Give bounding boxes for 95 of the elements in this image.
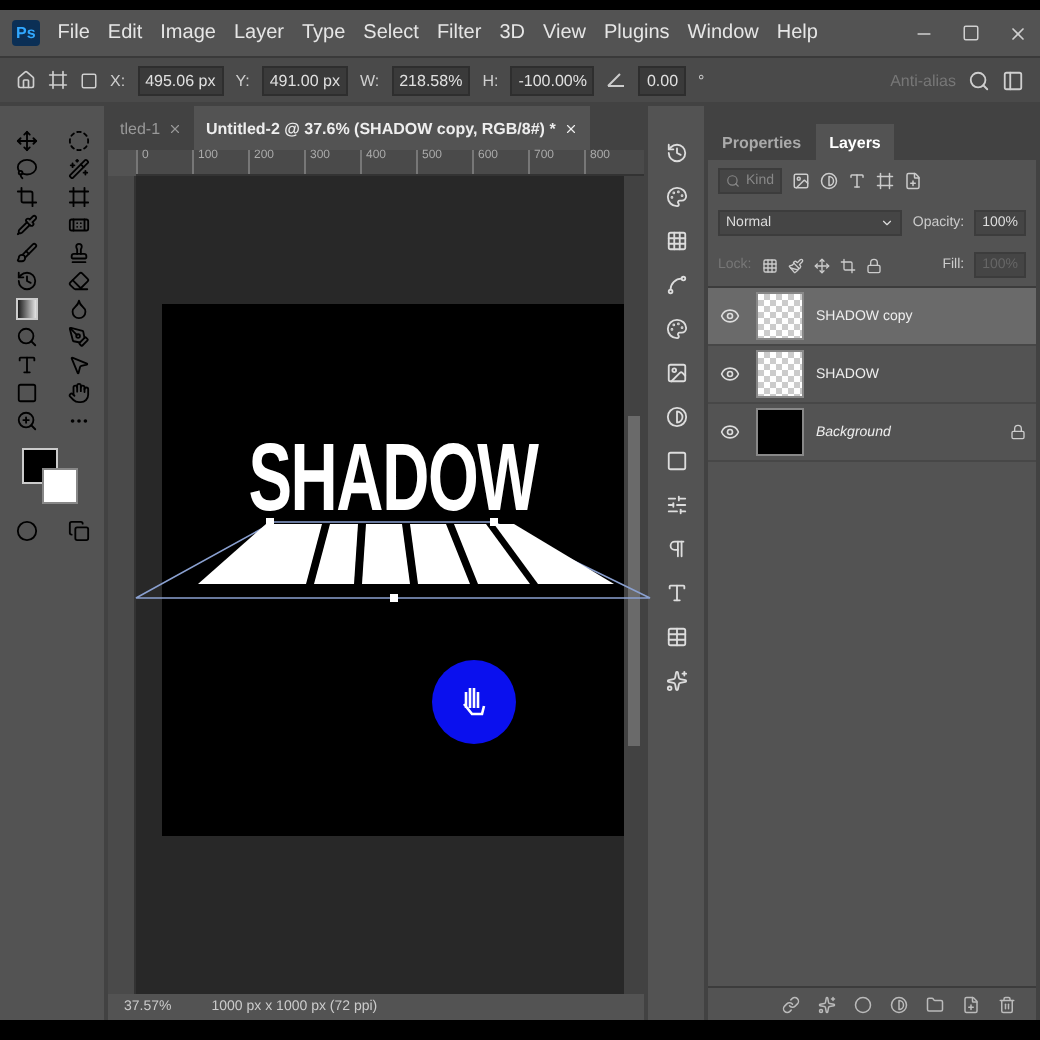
move-tool-icon[interactable] (15, 130, 37, 152)
menu-item[interactable]: File (57, 22, 90, 44)
swatches-icon[interactable] (665, 230, 687, 252)
menu-item[interactable]: View (542, 22, 586, 44)
workspace-icon[interactable] (1002, 69, 1024, 91)
smart-filter-icon[interactable] (904, 172, 923, 190)
type-tool-icon[interactable] (15, 354, 37, 376)
layer-thumbnail (756, 408, 804, 456)
panel-tab[interactable]: Layers (815, 124, 895, 160)
screen-mode-icon[interactable] (67, 520, 89, 542)
new-layer-icon[interactable] (962, 995, 980, 1013)
menu-item[interactable]: 3D (499, 22, 525, 44)
canvas-text: SHADOW (247, 424, 541, 534)
droplet-tool-icon[interactable] (67, 298, 89, 320)
degree-sign: ° (698, 71, 705, 89)
wand-tool-icon[interactable] (67, 158, 89, 180)
pen-tool-icon[interactable] (67, 326, 89, 348)
hand-tool-icon[interactable] (67, 382, 89, 404)
history-icon[interactable] (665, 142, 687, 164)
close-icon[interactable] (168, 121, 183, 135)
layer-thumbnail (756, 350, 804, 398)
menu-item[interactable]: Image (160, 22, 216, 44)
crop-tool-icon[interactable] (15, 186, 37, 208)
lasso-tool-icon[interactable] (15, 158, 37, 180)
menu-item[interactable]: Edit (107, 22, 143, 44)
frame-tool-icon[interactable] (67, 186, 89, 208)
lock-paint-icon[interactable] (787, 257, 804, 273)
search-icon[interactable] (968, 69, 990, 91)
image-icon[interactable] (665, 362, 687, 384)
value-field[interactable]: 491.00 px (261, 65, 348, 95)
value-field[interactable]: 218.58% (391, 65, 471, 95)
app-logo[interactable]: Ps (12, 20, 40, 46)
document-tab[interactable]: Untitled-2 @ 37.6% (SHADOW copy, RGB/8#) * (194, 106, 590, 150)
styles-icon[interactable] (665, 670, 687, 692)
shape-filter-icon[interactable] (876, 172, 895, 190)
zoom-tool-icon[interactable] (15, 410, 37, 432)
value-field[interactable]: 0.00 (638, 65, 687, 95)
visibility-icon[interactable] (720, 364, 740, 384)
color-icon[interactable] (665, 186, 687, 208)
pixel-filter-icon[interactable] (792, 172, 811, 190)
lock-artboard-icon[interactable] (839, 257, 856, 273)
adjustments-icon[interactable] (665, 406, 687, 428)
bandage-tool-icon[interactable] (67, 214, 89, 236)
rectangle-tool-icon[interactable] (15, 382, 37, 404)
reference-point-icon[interactable] (80, 71, 98, 89)
maximize-icon[interactable] (962, 23, 980, 41)
scrollbar-thumb[interactable] (628, 416, 641, 746)
palette-icon[interactable] (665, 318, 687, 340)
marquee-tool-icon[interactable] (67, 130, 89, 152)
home-icon[interactable] (16, 70, 36, 90)
visibility-icon[interactable] (720, 306, 740, 326)
field-label: X: (110, 71, 126, 89)
layer-thumbnail (756, 292, 804, 340)
character-icon[interactable] (665, 582, 687, 604)
search-icon (726, 174, 740, 188)
transform-icon[interactable] (48, 70, 68, 90)
field-label: H: (482, 71, 499, 89)
lock-position-icon[interactable] (813, 257, 830, 273)
lock-pixels-icon[interactable] (761, 257, 778, 273)
eraser-tool-icon[interactable] (67, 270, 89, 292)
close-icon[interactable] (1008, 23, 1028, 43)
visibility-icon[interactable] (720, 422, 740, 442)
field-label: Y: (235, 71, 250, 89)
lock-all-icon[interactable] (865, 257, 882, 273)
menu-item[interactable]: Help (776, 22, 818, 44)
cursor-highlight (432, 660, 517, 744)
menu-item[interactable]: Layer (233, 22, 284, 44)
table-icon[interactable] (665, 626, 687, 648)
pointer-tool-icon[interactable] (67, 354, 89, 376)
paths-icon[interactable] (665, 274, 687, 296)
field-label: W: (359, 71, 380, 89)
menu-item[interactable]: Select (363, 22, 419, 44)
menu-item[interactable]: Type (301, 22, 346, 44)
type-filter-icon[interactable] (848, 172, 867, 190)
adjustment-filter-icon[interactable] (820, 172, 839, 190)
value-field[interactable]: 495.06 px (137, 65, 224, 95)
link-icon[interactable] (782, 995, 800, 1013)
value-field[interactable]: -100.00% (510, 65, 595, 95)
menu-item[interactable]: Window (687, 22, 759, 44)
effects-icon[interactable] (818, 995, 836, 1013)
menu-item[interactable]: Filter (436, 22, 482, 44)
angle-icon (606, 72, 627, 88)
gradient-tool-icon[interactable] (15, 298, 37, 320)
trash-icon[interactable] (998, 995, 1016, 1013)
folder-icon[interactable] (926, 995, 944, 1013)
menu-item[interactable]: Plugins (603, 22, 670, 44)
quick-mask-icon[interactable] (15, 520, 37, 542)
adjustment-layer-icon[interactable] (890, 995, 908, 1013)
paragraph-icon[interactable] (665, 538, 687, 560)
eyedropper-tool-icon[interactable] (15, 214, 37, 236)
stamp-tool-icon[interactable] (67, 242, 89, 264)
mask-icon[interactable] (854, 995, 872, 1013)
chevron-down-icon (880, 216, 895, 230)
sliders-icon[interactable] (665, 494, 687, 516)
brush-tool-icon[interactable] (15, 242, 37, 264)
